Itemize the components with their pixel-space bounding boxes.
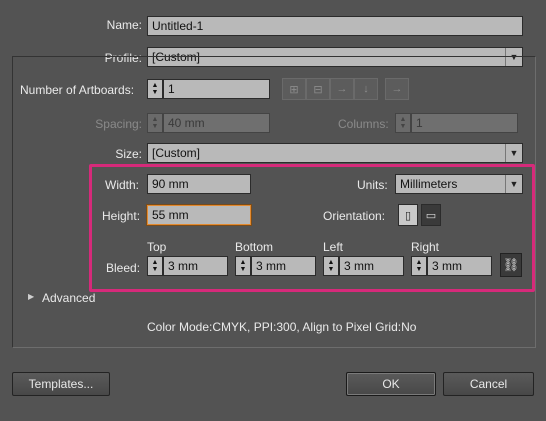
bleed-top-stepper[interactable]: ▲ ▼ xyxy=(147,256,163,276)
width-label: Width: xyxy=(105,178,140,192)
templates-button[interactable]: Templates... xyxy=(12,372,110,396)
advanced-label[interactable]: Advanced xyxy=(42,291,95,305)
bleed-right-input[interactable]: 3 mm xyxy=(427,256,492,276)
chevron-down-icon: ▼ xyxy=(505,144,522,162)
bleed-right-label: Right xyxy=(411,240,440,254)
arrange-by-row-icon[interactable]: → xyxy=(330,78,354,100)
cancel-button[interactable]: Cancel xyxy=(443,372,534,396)
portrait-orientation-icon[interactable]: ▯ xyxy=(398,204,418,226)
columns-stepper[interactable]: ▲ ▼ xyxy=(395,113,411,133)
spacing-input[interactable]: 40 mm xyxy=(163,113,270,133)
grid-by-row-icon[interactable]: ⊞ xyxy=(282,78,306,100)
bleed-right-stepper[interactable]: ▲ ▼ xyxy=(411,256,427,276)
bleed-bottom-stepper[interactable]: ▲ ▼ xyxy=(235,256,251,276)
height-input[interactable]: 55 mm xyxy=(147,205,251,225)
triangle-right-icon[interactable]: ▶ xyxy=(28,292,34,301)
landscape-orientation-icon[interactable]: ▭ xyxy=(421,204,441,226)
link-chain-icon[interactable]: ⛓ xyxy=(500,253,522,277)
grid-by-column-icon[interactable]: ⊟ xyxy=(306,78,330,100)
artboards-label: Number of Artboards: xyxy=(20,83,135,97)
bleed-bottom-label: Bottom xyxy=(235,240,274,254)
size-select[interactable]: [Custom] ▼ xyxy=(147,143,523,163)
bleed-left-stepper[interactable]: ▲ ▼ xyxy=(323,256,339,276)
size-value: [Custom] xyxy=(152,146,201,160)
columns-input[interactable]: 1 xyxy=(411,113,518,133)
size-label: Size: xyxy=(115,147,142,161)
height-label: Height: xyxy=(102,209,141,223)
document-info-text: Color Mode:CMYK, PPI:300, Align to Pixel… xyxy=(147,320,417,334)
bleed-top-input[interactable]: 3 mm xyxy=(163,256,228,276)
name-label: Name: xyxy=(106,18,142,32)
units-value: Millimeters xyxy=(400,177,458,191)
bleed-left-label: Left xyxy=(323,240,344,254)
bleed-left-input[interactable]: 3 mm xyxy=(339,256,404,276)
units-label: Units: xyxy=(357,178,388,192)
bleed-bottom-input[interactable]: 3 mm xyxy=(251,256,316,276)
orientation-label: Orientation: xyxy=(323,209,386,223)
right-to-left-layout-icon[interactable]: → xyxy=(385,78,409,100)
spacing-label: Spacing: xyxy=(95,117,142,131)
arrange-by-column-icon[interactable]: ↓ xyxy=(354,78,378,100)
units-select[interactable]: Millimeters ▼ xyxy=(395,174,523,194)
columns-label: Columns: xyxy=(338,117,389,131)
artboards-stepper[interactable]: ▲ ▼ xyxy=(147,79,163,99)
bleed-top-label: Top xyxy=(147,240,167,254)
ok-button[interactable]: OK xyxy=(346,372,436,396)
bleed-label: Bleed: xyxy=(106,261,141,275)
artboards-input[interactable]: 1 xyxy=(163,79,270,99)
width-input[interactable]: 90 mm xyxy=(147,174,251,194)
chevron-down-icon: ▼ xyxy=(505,175,522,193)
name-input[interactable]: Untitled-1 xyxy=(147,16,523,36)
spacing-stepper[interactable]: ▲ ▼ xyxy=(147,113,163,133)
